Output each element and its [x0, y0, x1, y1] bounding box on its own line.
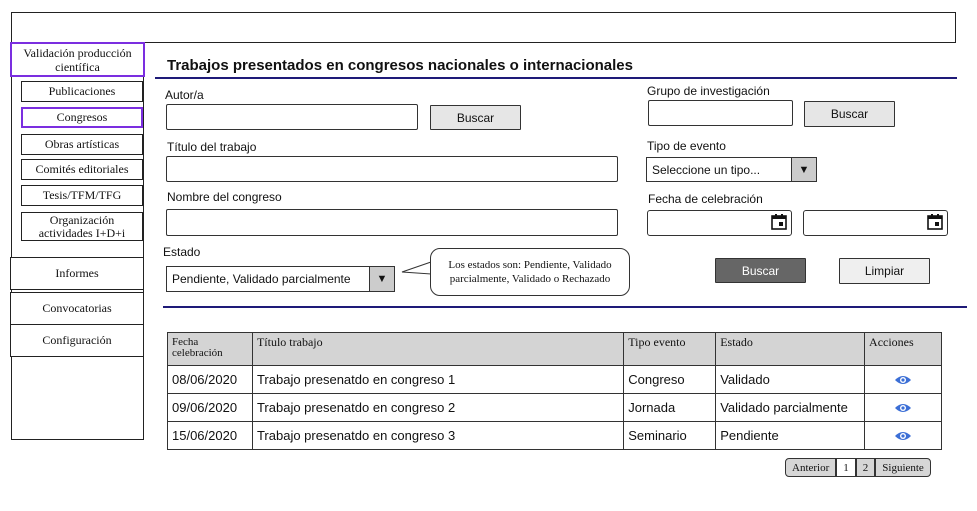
fecha-label: Fecha de celebración	[648, 192, 763, 206]
cell-acciones	[864, 365, 942, 394]
cell-fecha: 15/06/2020	[167, 421, 253, 450]
cell-estado: Validado	[715, 365, 866, 394]
estado-select[interactable]: Pendiente, Validado parcialmente ▼	[166, 266, 395, 292]
cell-tipo: Congreso	[623, 365, 717, 394]
pagination-prev-button[interactable]: Anterior	[785, 458, 837, 477]
table-row: 15/06/2020 Trabajo presenatdo en congres…	[167, 421, 942, 450]
cell-acciones	[864, 421, 942, 450]
cell-estado: Pendiente	[715, 421, 866, 450]
clear-button[interactable]: Limpiar	[839, 258, 930, 284]
fecha-hasta-input[interactable]	[803, 210, 948, 236]
tipo-select-value: Seleccione un tipo...	[652, 162, 761, 177]
cell-fecha: 09/06/2020	[167, 393, 253, 422]
sidebar-subitem-comites[interactable]: Comités editoriales	[21, 159, 143, 180]
tipo-select[interactable]: Seleccione un tipo... ▼	[646, 157, 817, 182]
congreso-label: Nombre del congreso	[167, 190, 282, 204]
col-header-titulo[interactable]: Título trabajo	[251, 332, 625, 366]
cell-titulo: Trabajo presenatdo en congreso 1	[251, 365, 625, 394]
sidebar-item-configuracion[interactable]: Configuración	[10, 324, 144, 357]
table-row: 09/06/2020 Trabajo presenatdo en congres…	[167, 393, 942, 422]
callout-pointer	[401, 261, 432, 275]
sidebar-subitem-tesis[interactable]: Tesis/TFM/TFG	[21, 185, 143, 206]
sidebar-item-validacion[interactable]: Validación producción científica	[10, 42, 145, 77]
cell-estado: Validado parcialmente	[715, 393, 866, 422]
search-button[interactable]: Buscar	[715, 258, 806, 283]
cell-titulo: Trabajo presenatdo en congreso 3	[251, 421, 625, 450]
estado-select-value: Pendiente, Validado parcialmente	[172, 272, 351, 286]
eye-icon[interactable]	[894, 430, 912, 442]
results-table: Fecha celebración Título trabajo Tipo ev…	[167, 332, 942, 450]
pagination-page-1[interactable]: 1	[836, 458, 856, 477]
col-header-estado[interactable]: Estado	[715, 332, 866, 366]
cell-tipo: Seminario	[623, 421, 717, 450]
eye-icon[interactable]	[894, 374, 912, 386]
title-divider	[155, 77, 957, 79]
sidebar-subitem-organizacion[interactable]: Organización actividades I+D+i	[21, 212, 143, 241]
cell-fecha: 08/06/2020	[167, 365, 253, 394]
page-title: Trabajos presentados en congresos nacion…	[167, 57, 633, 74]
autor-search-button[interactable]: Buscar	[430, 105, 521, 130]
cell-titulo: Trabajo presenatdo en congreso 2	[251, 393, 625, 422]
estado-label: Estado	[163, 245, 201, 259]
sidebar-subitem-congresos[interactable]: Congresos	[21, 107, 143, 128]
eye-icon[interactable]	[894, 402, 912, 414]
table-row: 08/06/2020 Trabajo presenatdo en congres…	[167, 365, 942, 394]
grupo-input[interactable]	[648, 100, 793, 126]
autor-input[interactable]	[166, 104, 418, 130]
sidebar-subitem-publicaciones[interactable]: Publicaciones	[21, 81, 143, 102]
fecha-desde-input[interactable]	[647, 210, 792, 236]
sidebar-subitem-obras[interactable]: Obras artísticas	[21, 134, 143, 155]
table-header-row: Fecha celebración Título trabajo Tipo ev…	[167, 332, 942, 366]
grupo-search-button[interactable]: Buscar	[804, 101, 895, 127]
pagination: Anterior 1 2 Siguiente	[785, 458, 931, 477]
titulo-label: Título del trabajo	[167, 140, 257, 154]
calendar-icon[interactable]	[927, 214, 943, 230]
col-header-fecha[interactable]: Fecha celebración	[167, 332, 253, 366]
top-bar	[11, 12, 956, 43]
estado-help-note: Los estados son: Pendiente, Validado par…	[430, 248, 630, 296]
calendar-icon[interactable]	[771, 214, 787, 230]
col-header-acciones: Acciones	[864, 332, 942, 366]
dropdown-arrow-icon[interactable]: ▼	[791, 158, 816, 181]
dropdown-arrow-icon[interactable]: ▼	[369, 267, 394, 291]
tipo-label: Tipo de evento	[647, 139, 726, 153]
grupo-label: Grupo de investigación	[647, 84, 770, 98]
titulo-input[interactable]	[166, 156, 618, 182]
congreso-input[interactable]	[166, 209, 618, 236]
sidebar-item-informes[interactable]: Informes	[10, 257, 144, 290]
cell-acciones	[864, 393, 942, 422]
pagination-next-button[interactable]: Siguiente	[875, 458, 931, 477]
cell-tipo: Jornada	[623, 393, 717, 422]
col-header-tipo[interactable]: Tipo evento	[623, 332, 717, 366]
autor-label: Autor/a	[165, 88, 204, 102]
filters-divider	[163, 306, 967, 308]
pagination-page-2[interactable]: 2	[855, 458, 876, 477]
sidebar-item-convocatorias[interactable]: Convocatorias	[10, 292, 144, 325]
